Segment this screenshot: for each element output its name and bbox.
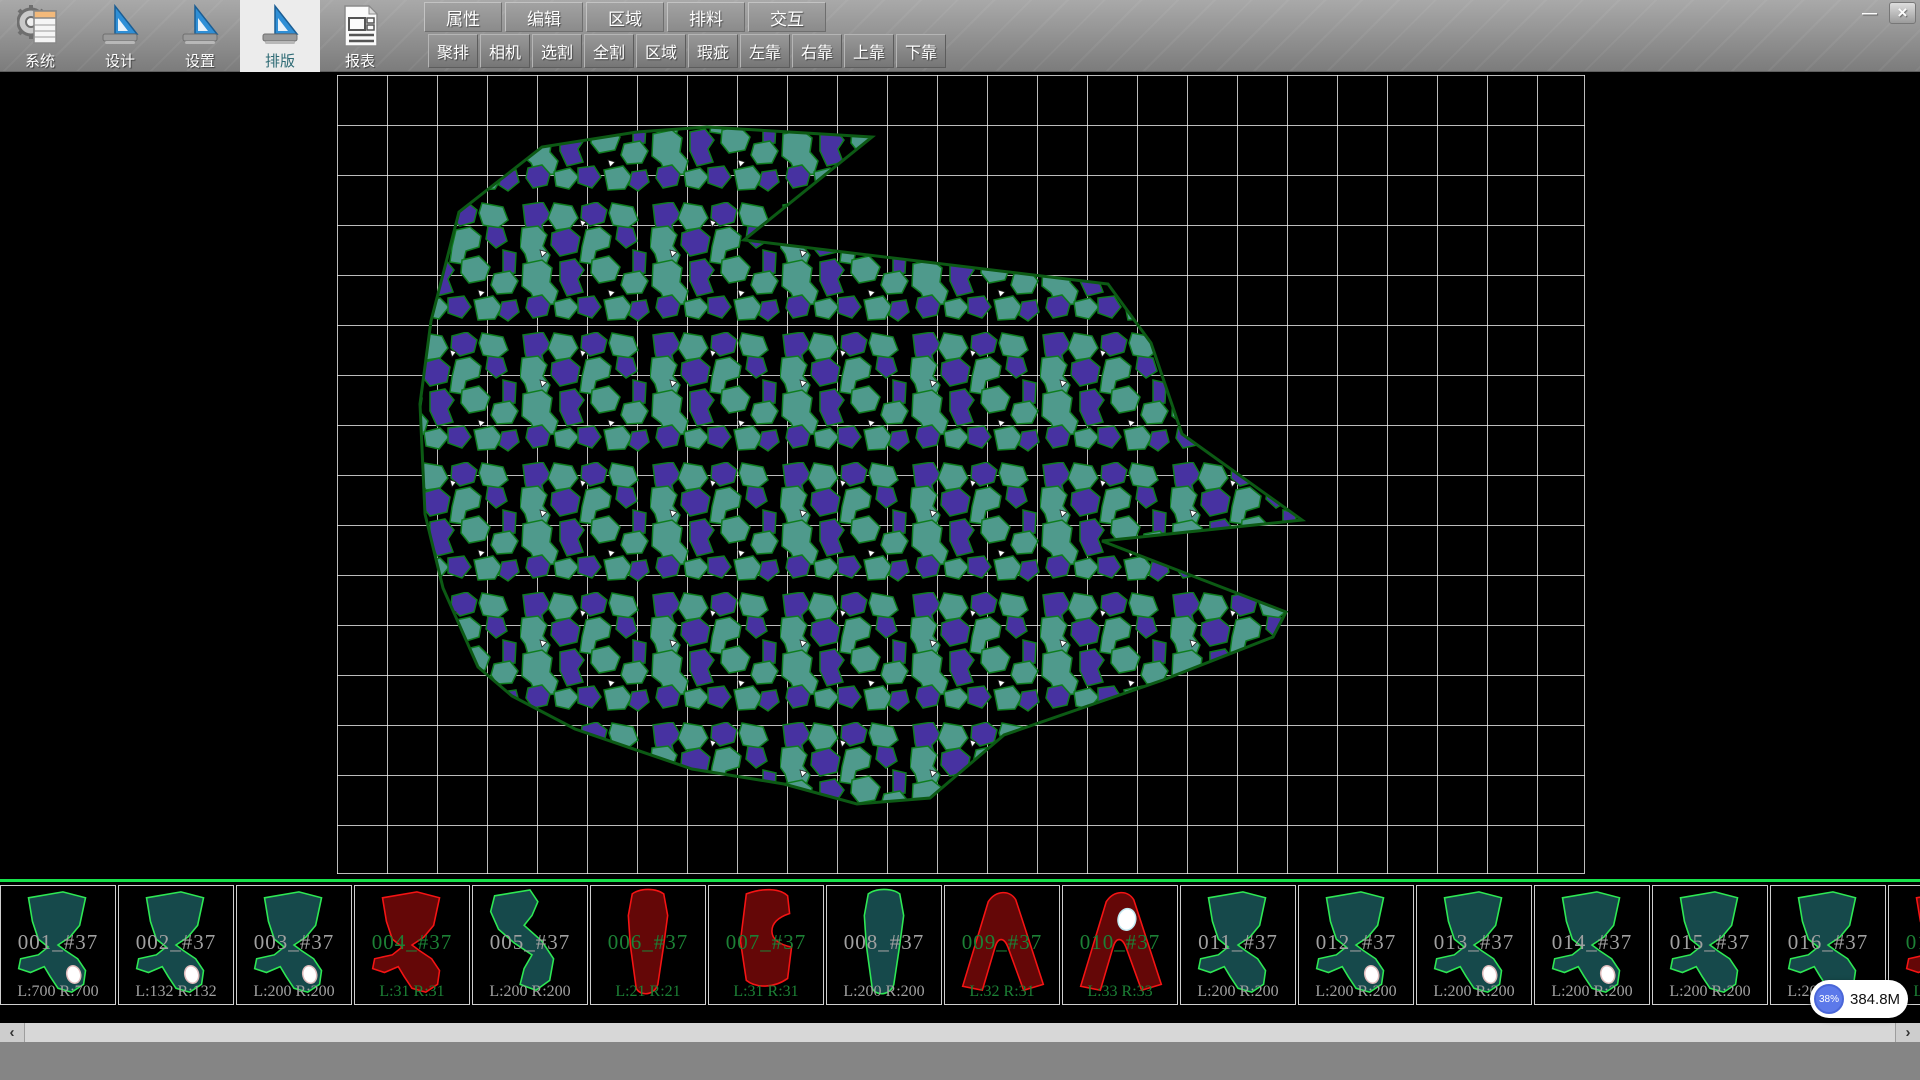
action-button-bar: 聚排相机选割全割区域瑕疵左靠右靠上靠下靠: [428, 34, 946, 68]
piece-thumbnail[interactable]: 011_#37 L:200 R:200: [1180, 885, 1296, 1005]
piece-thumbnail[interactable]: 014_#37 L:200 R:200: [1534, 885, 1650, 1005]
piece-id: 016_#37: [1771, 930, 1885, 955]
menu-tab-1[interactable]: 编辑: [505, 2, 583, 32]
piece-lr-count: L:200 R:200: [473, 983, 587, 1001]
piece-lr-count: L:200 R:200: [1417, 983, 1531, 1001]
piece-id: 014_#37: [1535, 930, 1649, 955]
action-button-8[interactable]: 上靠: [844, 34, 894, 68]
piece-lr-count: L:32 R:31: [945, 983, 1059, 1001]
scroll-left-icon[interactable]: ‹: [0, 1023, 24, 1042]
action-button-6[interactable]: 左靠: [740, 34, 790, 68]
piece-id: 013_#37: [1417, 930, 1531, 955]
menu-tab-2[interactable]: 区域: [586, 2, 664, 32]
piece-thumbnail[interactable]: 010_#37 L:33 R:33: [1062, 885, 1178, 1005]
memory-value: 384.8M: [1850, 980, 1900, 1018]
piece-id: 001_#37: [1, 930, 115, 955]
piece-id: 004_#37: [355, 930, 469, 955]
hide-boundary[interactable]: [420, 127, 1302, 804]
piece-id: 015_#37: [1653, 930, 1767, 955]
piece-lr-count: L:200 R:200: [237, 983, 351, 1001]
app-window: 系统设计设置排版报表 属性编辑区域排料交互 聚排相机选割全割区域瑕疵左靠右靠上靠…: [0, 0, 1920, 1080]
piece-thumbnail[interactable]: 013_#37 L:200 R:200: [1416, 885, 1532, 1005]
tool-label: 排版: [265, 50, 295, 71]
piece-thumbnail[interactable]: 004_#37 L:31 R:31: [354, 885, 470, 1005]
piece-id: 008_#37: [827, 930, 941, 955]
action-button-2[interactable]: 选割: [532, 34, 582, 68]
piece-id: 012_#37: [1299, 930, 1413, 955]
bottom-bar: [0, 1042, 1920, 1080]
action-button-5[interactable]: 瑕疵: [688, 34, 738, 68]
piece-thumbnail[interactable]: 015_#37 L:200 R:200: [1652, 885, 1768, 1005]
nesting-canvas[interactable]: [0, 72, 1920, 879]
piece-lr-count: L:200 R:200: [1535, 983, 1649, 1001]
tool-design-ruler[interactable]: 设计: [80, 0, 160, 72]
piece-thumbnail-strip: 001_#37L:700 R:700002_#37L:132 R:132003_…: [0, 879, 1920, 1006]
piece-id: 007_#37: [709, 930, 823, 955]
piece-id: 006_#37: [591, 930, 705, 955]
piece-id: 017_#37: [1889, 930, 1920, 955]
piece-thumbnail[interactable]: 009_#37 L:32 R:31: [944, 885, 1060, 1005]
menu-tab-4[interactable]: 交互: [748, 2, 826, 32]
nesting-ruler-icon: [257, 3, 303, 49]
action-button-4[interactable]: 区域: [636, 34, 686, 68]
piece-lr-count: L:21 R:21: [591, 983, 705, 1001]
tool-label: 系统: [25, 50, 55, 71]
piece-thumbnail[interactable]: 005_#37 L:200 R:200: [472, 885, 588, 1005]
tool-label: 报表: [345, 50, 375, 71]
close-button[interactable]: ×: [1889, 2, 1916, 24]
piece-thumbnail[interactable]: 008_#37 L:200 R:200: [826, 885, 942, 1005]
piece-thumbnail[interactable]: 007_#37 L:31 R:31: [708, 885, 824, 1005]
piece-id: 002_#37: [119, 930, 233, 955]
action-button-1[interactable]: 相机: [480, 34, 530, 68]
percent-indicator: 38%: [1814, 984, 1844, 1014]
piece-lr-count: L:200 R:200: [1299, 983, 1413, 1001]
memory-status-badge[interactable]: 38% 384.8M: [1810, 980, 1908, 1018]
piece-id: 003_#37: [237, 930, 351, 955]
piece-thumbnail[interactable]: 012_#37 L:200 R:200: [1298, 885, 1414, 1005]
leather-hide-nested-layout[interactable]: [0, 72, 1920, 879]
system-gear-icon: [17, 3, 63, 49]
menu-tab-bar: 属性编辑区域排料交互: [424, 2, 826, 32]
piece-lr-count: L:31 R:31: [709, 983, 823, 1001]
menu-tab-0[interactable]: 属性: [424, 2, 502, 32]
minimize-button[interactable]: —: [1856, 2, 1883, 24]
piece-lr-count: L:132 R:132: [119, 983, 233, 1001]
window-controls: — ×: [1856, 2, 1916, 24]
design-ruler-icon: [97, 3, 143, 49]
piece-lr-count: L:700 R:700: [1, 983, 115, 1001]
piece-id: 010_#37: [1063, 930, 1177, 955]
action-button-0[interactable]: 聚排: [428, 34, 478, 68]
tool-settings-ruler[interactable]: 设置: [160, 0, 240, 72]
piece-thumbnail[interactable]: 002_#37 L:132 R:132: [118, 885, 234, 1005]
piece-lr-count: L:200 R:200: [1653, 983, 1767, 1001]
tool-label: 设计: [105, 50, 135, 71]
tool-nesting-ruler[interactable]: 排版: [240, 0, 320, 72]
piece-id: 011_#37: [1181, 930, 1295, 955]
report-doc-icon: [337, 3, 383, 49]
tool-label: 设置: [185, 50, 215, 71]
action-button-9[interactable]: 下靠: [896, 34, 946, 68]
action-button-3[interactable]: 全割: [584, 34, 634, 68]
piece-id: 009_#37: [945, 930, 1059, 955]
toolbar: 系统设计设置排版报表 属性编辑区域排料交互 聚排相机选割全割区域瑕疵左靠右靠上靠…: [0, 0, 1920, 72]
piece-thumbnail[interactable]: 003_#37 L:200 R:200: [236, 885, 352, 1005]
piece-lr-count: L:200 R:200: [1181, 983, 1295, 1001]
settings-ruler-icon: [177, 3, 223, 49]
horizontal-scrollbar[interactable]: ‹ ›: [0, 1023, 1920, 1042]
piece-id: 005_#37: [473, 930, 587, 955]
piece-thumbnail[interactable]: 001_#37 L:700 R:700: [0, 885, 116, 1005]
tool-report-doc[interactable]: 报表: [320, 0, 400, 72]
action-button-7[interactable]: 右靠: [792, 34, 842, 68]
tool-icon-bar: 系统 设计 设置 排版 报表: [0, 0, 400, 72]
piece-lr-count: L:200 R:200: [827, 983, 941, 1001]
piece-lr-count: L:33 R:33: [1063, 983, 1177, 1001]
piece-lr-count: L:31 R:31: [355, 983, 469, 1001]
scrollbar-thumb[interactable]: [24, 1023, 1896, 1042]
scroll-right-icon[interactable]: ›: [1896, 1023, 1920, 1042]
menu-tab-3[interactable]: 排料: [667, 2, 745, 32]
piece-thumbnail[interactable]: 006_#37 L:21 R:21: [590, 885, 706, 1005]
tool-system-gear[interactable]: 系统: [0, 0, 80, 72]
